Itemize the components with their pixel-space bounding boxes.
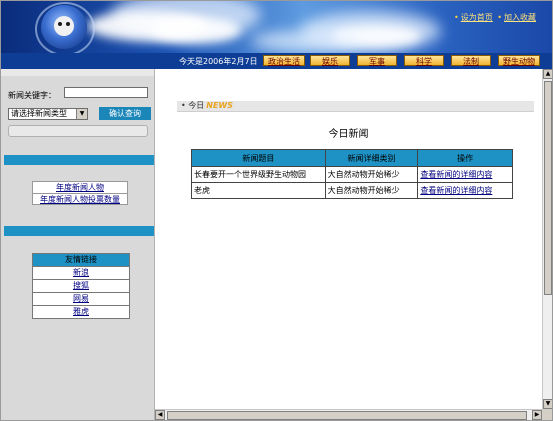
view-details-link[interactable]: 查看新闻的详细内容	[420, 186, 492, 195]
top-links: • 设为首页 • 加入收藏	[454, 13, 536, 22]
table-header-row: 新闻题目 新闻详细类别 操作	[191, 149, 513, 167]
set-homepage-link[interactable]: 设为首页	[461, 13, 493, 22]
horizontal-scrollbar[interactable]: ◀ ▶	[155, 409, 542, 420]
nav-military[interactable]: 军事	[357, 55, 397, 66]
friend-link-sina[interactable]: 新浪	[33, 266, 129, 279]
horizontal-scroll-thumb[interactable]	[167, 411, 527, 420]
add-favorite-link[interactable]: 加入收藏	[504, 13, 536, 22]
sidebar-divider-bar	[4, 226, 154, 236]
friend-link-yahoo[interactable]: 雅虎	[33, 305, 129, 318]
chevron-down-icon[interactable]: ▼	[76, 109, 87, 119]
annual-stats-box: 年度新闻人物 年度新闻人物投票数量	[32, 181, 128, 205]
keyword-label: 新闻关键字：	[8, 91, 56, 100]
nav-science[interactable]: 科学	[404, 55, 444, 66]
view-details-link[interactable]: 查看新闻的详细内容	[420, 170, 492, 179]
news-tag: NEWS	[206, 101, 234, 110]
vertical-scrollbar[interactable]: ▲ ▼	[542, 69, 552, 409]
sidebar-blank-box	[8, 125, 148, 137]
news-category-cell: 大自然动物开始稀少	[324, 182, 419, 199]
column-header: 新闻题目	[191, 149, 326, 167]
scroll-down-icon[interactable]: ▼	[543, 399, 552, 409]
scroll-right-icon[interactable]: ▶	[532, 410, 542, 420]
table-row: 老虎 大自然动物开始稀少 查看新闻的详细内容	[191, 182, 513, 199]
news-title-cell: 长春要开一个世界级野生动物园	[191, 166, 326, 183]
scrollbar-corner	[542, 409, 552, 420]
table-row: 长春要开一个世界级野生动物园 大自然动物开始稀少 查看新闻的详细内容	[191, 166, 513, 183]
annual-vote-count-link[interactable]: 年度新闻人物投票数量	[33, 193, 127, 205]
column-header: 操作	[417, 149, 513, 167]
action-cell: 查看新闻的详细内容	[417, 182, 513, 199]
breadcrumb-label: • 今日	[181, 101, 205, 110]
news-table: 新闻题目 新闻详细类别 操作 长春要开一个世界级野生动物园 大自然动物开始稀少 …	[191, 149, 513, 199]
annual-news-person-link[interactable]: 年度新闻人物	[33, 182, 127, 193]
news-title-cell: 老虎	[191, 182, 326, 199]
action-cell: 查看新闻的详细内容	[417, 166, 513, 183]
keyword-input[interactable]	[64, 87, 148, 98]
friend-links-box: 友情链接 新浪 搜狐 网易 雅虎	[32, 253, 130, 319]
friend-link-netease[interactable]: 网易	[33, 292, 129, 305]
scroll-up-icon[interactable]: ▲	[543, 69, 552, 79]
nav-politics[interactable]: 政治生活	[263, 55, 305, 66]
news-type-select[interactable]: 请选择新闻类型 ▼	[8, 108, 88, 120]
page-title: 今日新闻	[328, 129, 369, 140]
site-logo	[35, 2, 95, 53]
news-category-cell: 大自然动物开始稀少	[324, 166, 419, 183]
nav-wildlife[interactable]: 野生动物	[498, 55, 540, 66]
nav-bar: 今天是2006年2月7日 政治生活 娱乐 军事 科学 法制 野生动物	[1, 53, 552, 69]
friend-links-title: 友情链接	[33, 254, 129, 266]
main-content: • 今日 NEWS 今日新闻 新闻题目 新闻详细类别 操作 长春要开一个世界级野生…	[155, 69, 542, 409]
column-header: 新闻详细类别	[324, 149, 419, 167]
nav-entertainment[interactable]: 娱乐	[310, 55, 350, 66]
friend-link-sohu[interactable]: 搜狐	[33, 279, 129, 292]
nav-law[interactable]: 法制	[451, 55, 491, 66]
news-type-select-value: 请选择新闻类型	[11, 109, 67, 118]
breadcrumb: • 今日 NEWS	[177, 101, 534, 112]
header-banner: • 设为首页 • 加入收藏	[1, 1, 552, 53]
confirm-search-button[interactable]: 确认查询	[99, 107, 151, 120]
scroll-left-icon[interactable]: ◀	[155, 410, 165, 420]
sidebar-divider-bar	[4, 155, 154, 165]
vertical-scroll-thumb[interactable]	[544, 81, 552, 295]
browser-viewport: • 设为首页 • 加入收藏 今天是2006年2月7日 政治生活 娱乐 军事 科学 法…	[0, 0, 553, 421]
sidebar: 新闻关键字： 请选择新闻类型 ▼ 确认查询 年度新闻人物 年度新闻人物投票数量 …	[1, 69, 155, 420]
current-date: 今天是2006年2月7日	[179, 57, 258, 66]
